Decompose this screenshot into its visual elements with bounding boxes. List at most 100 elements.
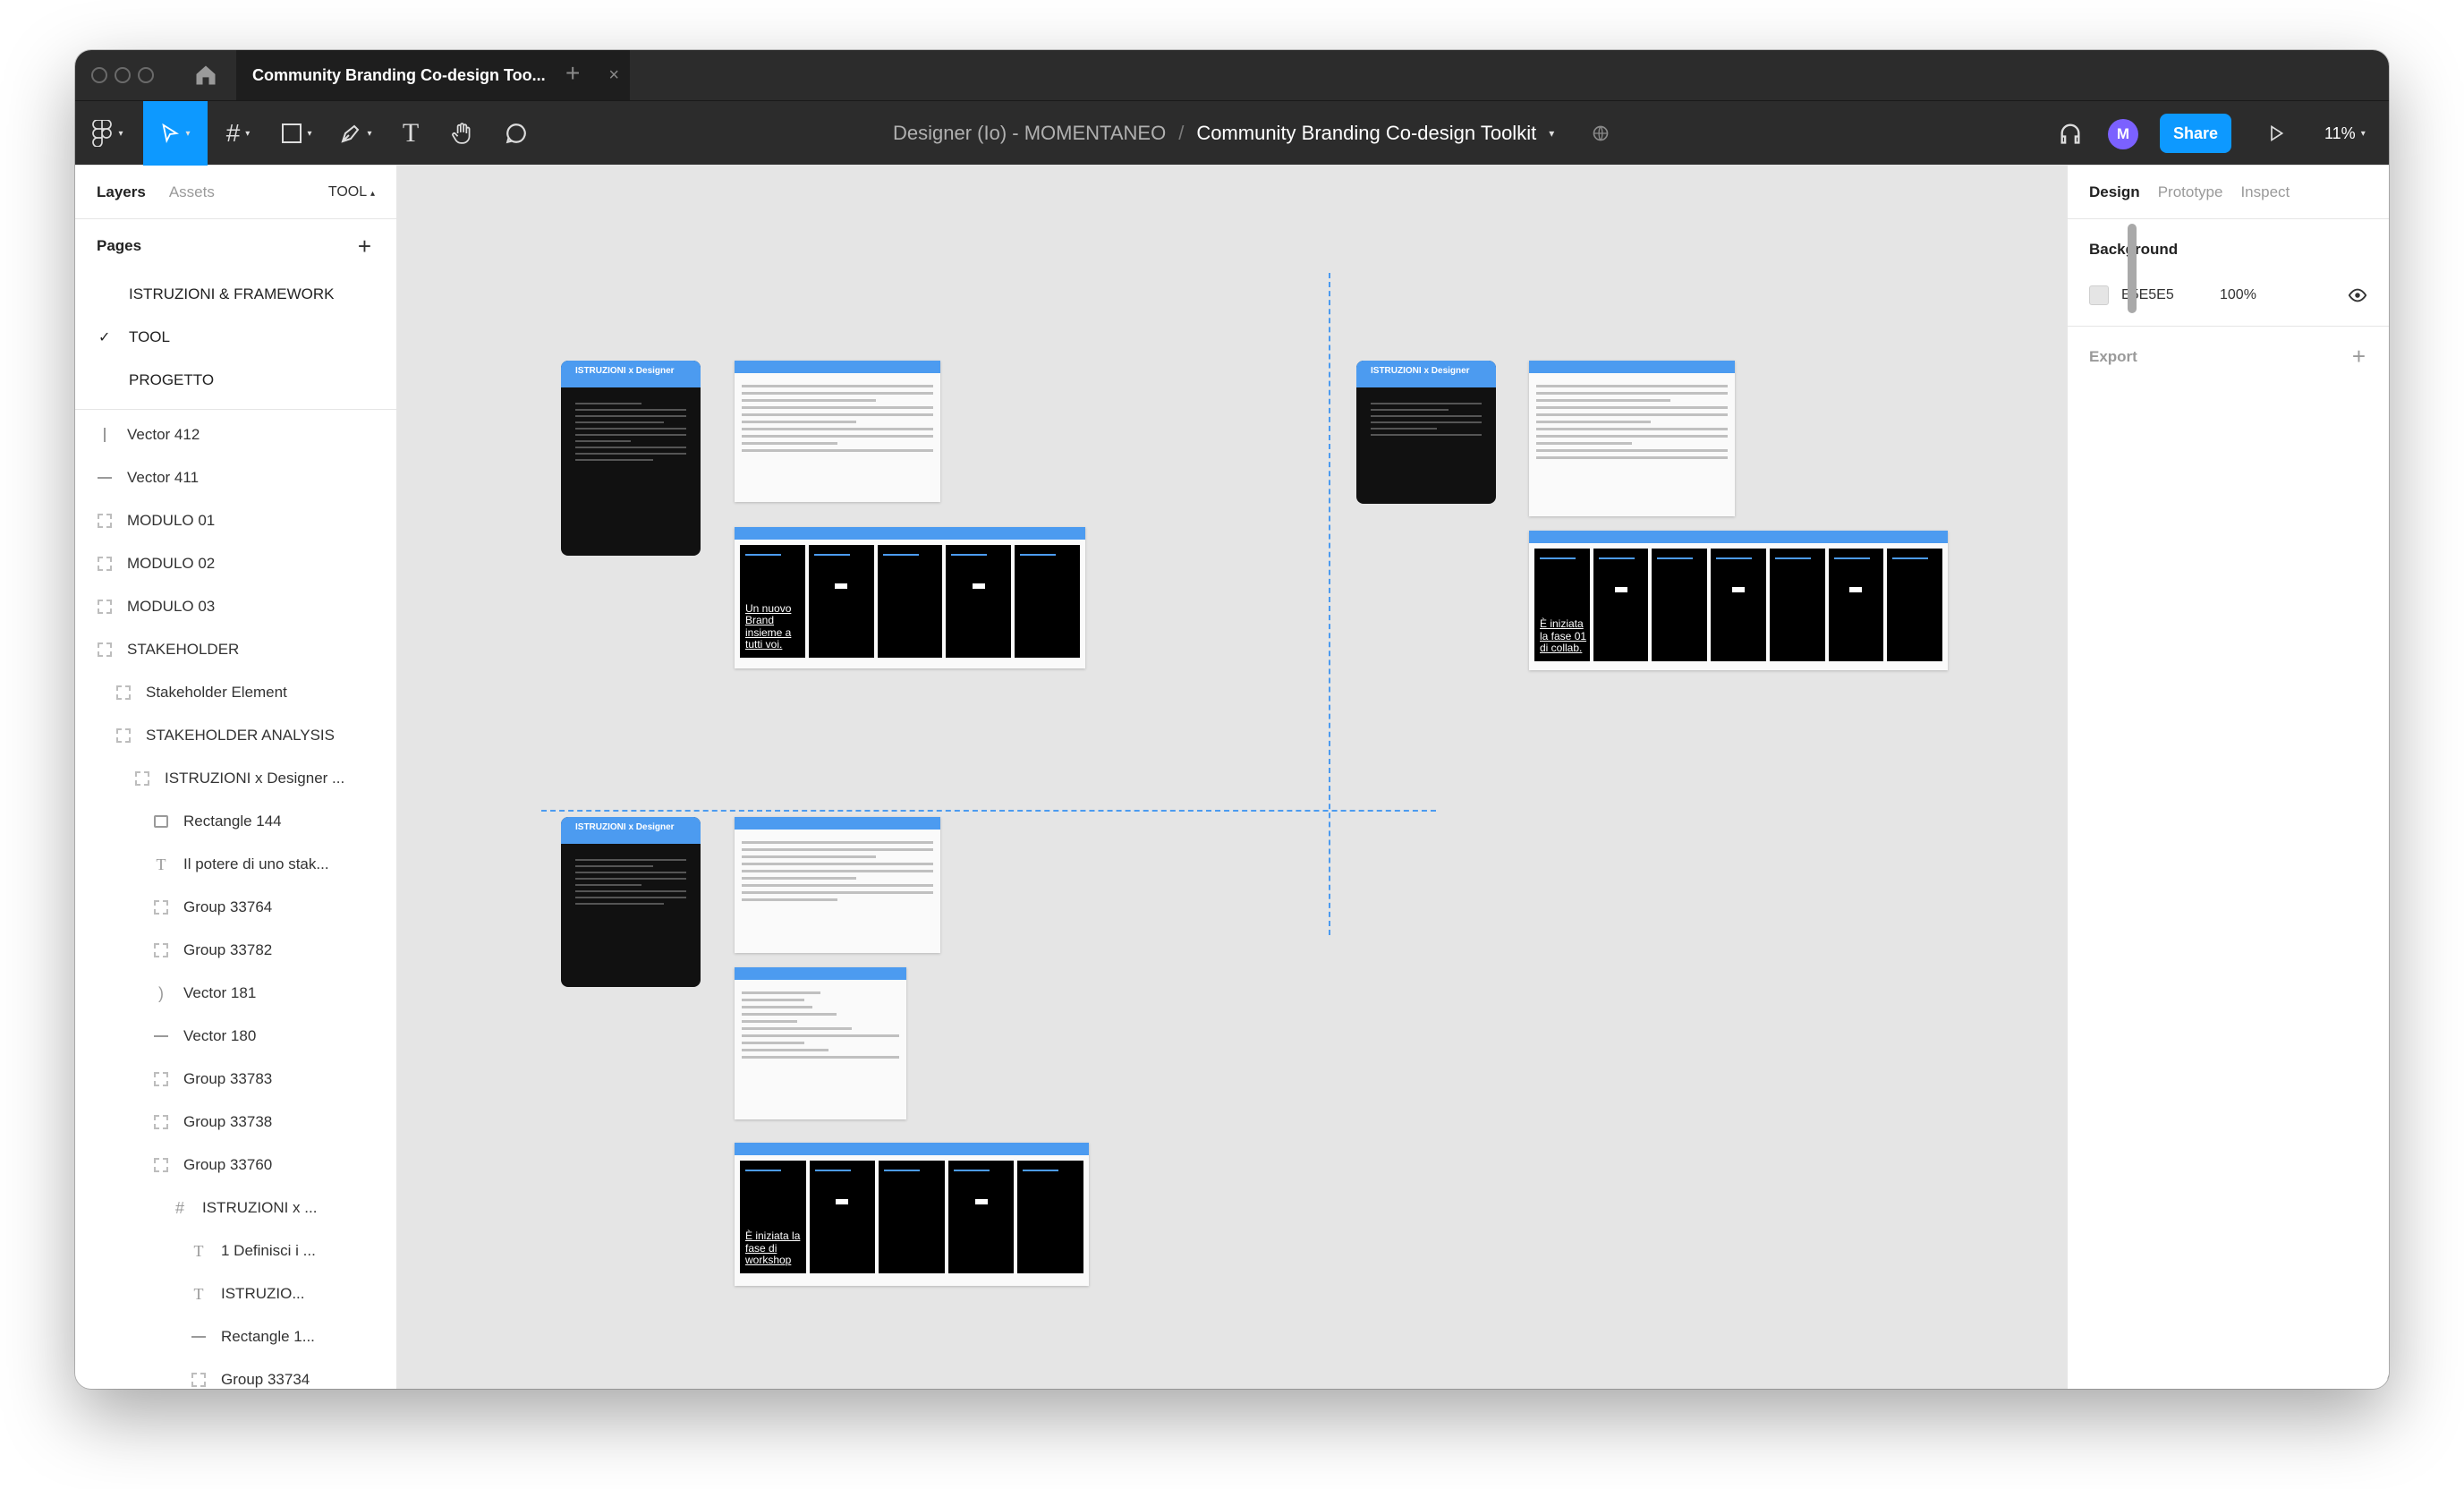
layer-item[interactable]: Rectangle 1... [75,1315,396,1358]
text-template-frame[interactable] [735,967,906,1119]
layer-item[interactable]: MODULO 02 [75,542,396,585]
layer-item[interactable]: STAKEHOLDER [75,628,396,671]
add-page-icon[interactable]: + [358,233,371,260]
chevron-up-icon: ▴ [370,188,375,199]
story-accent-line [882,554,919,556]
layer-item[interactable]: Vector 411 [75,456,396,499]
share-button[interactable]: Share [2160,114,2231,153]
tab-close-icon[interactable]: × [608,65,619,86]
breadcrumb-team[interactable]: Designer (Io) - MOMENTANEO [893,122,1166,145]
layer-item[interactable]: Group 33738 [75,1101,396,1144]
tab-layers[interactable]: Layers [97,183,146,201]
layer-item[interactable]: MODULO 01 [75,499,396,542]
breadcrumb-file[interactable]: Community Branding Co-design Toolkit [1196,122,1536,145]
layer-item[interactable]: Group 33734 [75,1358,396,1389]
window-minimize-button[interactable] [115,67,131,83]
text-template-frame[interactable] [735,361,940,502]
layer-item[interactable]: MODULO 03 [75,585,396,628]
layer-item-label: Group 33764 [183,898,273,915]
layer-item[interactable]: T Il potere di uno stak... [75,843,396,886]
layer-item[interactable]: Group 33764 [75,886,396,929]
tab-prototype[interactable]: Prototype [2158,183,2223,201]
canvas[interactable]: ISTRUZIONI x Designer Un nuovo Brand ins… [398,166,2066,1389]
frame-icon [97,599,113,615]
instructions-card[interactable]: ISTRUZIONI x Designer [561,361,701,556]
layer-item[interactable]: ISTRUZIONI x Designer ... [75,757,396,800]
comment-tool-button[interactable] [494,101,539,166]
frame-text-lines [1529,373,1735,471]
main-menu-button[interactable]: ▾ [75,101,140,166]
layer-item[interactable]: ) Vector 181 [75,972,396,1015]
frame-tool-button[interactable]: # ▾ [211,101,265,166]
layer-item[interactable]: STAKEHOLDER ANALYSIS [75,714,396,757]
layer-item[interactable]: T 1 Definisci i ... [75,1229,396,1272]
layer-item-label: Il potere di uno stak... [183,855,329,872]
strip-header [735,527,1085,540]
layer-item[interactable]: Group 33760 [75,1144,396,1187]
layer-item[interactable]: T ISTRUZIO... [75,1272,396,1315]
layer-item[interactable]: Rectangle 144 [75,800,396,843]
headphones-icon[interactable] [2058,121,2083,146]
text-icon: T [402,118,420,148]
layer-item-label: Group 33782 [183,941,273,958]
globe-icon[interactable] [1592,124,1610,142]
page-item[interactable]: PROGETTO [75,359,396,402]
tab-design[interactable]: Design [2089,183,2140,201]
page-item[interactable]: ISTRUZIONI & FRAMEWORK [75,273,396,316]
text-icon: T [193,1241,204,1260]
layer-item[interactable]: Stakeholder Element [75,671,396,714]
story-accent-line [813,554,850,556]
text-template-frame[interactable] [735,817,940,953]
text-template-frame[interactable] [1529,361,1735,516]
layer-item[interactable]: Group 33783 [75,1058,396,1101]
layer-item[interactable]: # ISTRUZIONI x ... [75,1187,396,1229]
background-opacity-input[interactable]: 100% [2220,287,2256,303]
stories-template-strip[interactable]: È iniziata la fase 01 di collab. [1529,531,1948,670]
current-page-dropdown[interactable]: TOOL ▴ [328,184,375,200]
story-accent-line [1892,557,1929,559]
tab-inspect[interactable]: Inspect [2240,183,2290,201]
eye-icon[interactable] [2348,285,2367,305]
pen-tool-button[interactable]: ▾ [329,101,383,166]
zoom-dropdown[interactable]: 11% ▾ [2324,101,2366,166]
vertical-scrollbar[interactable] [2128,224,2137,313]
story-accent-line [1540,557,1576,559]
strip-header [735,1143,1089,1155]
frame-header [1529,361,1735,373]
avatar[interactable]: M [2108,119,2138,149]
stories-template-strip[interactable]: Un nuovo Brand insieme a tutti voi. [735,527,1085,668]
add-export-icon[interactable]: + [2352,343,2366,370]
window-zoom-button[interactable] [138,67,154,83]
layer-item-label: Rectangle 1... [221,1328,315,1345]
dashed-guide-vertical [1329,273,1330,935]
frame-icon [134,770,150,787]
layer-item[interactable]: Vector 180 [75,1015,396,1058]
hand-tool-button[interactable] [440,101,485,166]
story-headline: È iniziata la fase di workshop [745,1229,801,1266]
chevron-down-icon[interactable]: ▾ [1549,127,1554,140]
home-icon[interactable] [193,63,218,88]
layer-item[interactable]: Vector 412 [75,413,396,456]
frame-hash-icon: # [225,119,241,147]
move-tool-button[interactable]: ▾ [143,101,208,166]
rectangle-icon [153,813,169,830]
instructions-card[interactable]: ISTRUZIONI x Designer [1356,361,1496,504]
tab-assets[interactable]: Assets [169,183,215,201]
text-tool-button[interactable]: T [388,101,433,166]
instructions-card[interactable]: ISTRUZIONI x Designer [561,817,701,987]
page-item[interactable]: ✓ TOOL [75,316,396,359]
shape-tool-button[interactable]: ▾ [270,101,324,166]
story-accent-line [1716,557,1753,559]
play-icon[interactable] [2267,124,2285,142]
background-swatch[interactable] [2089,285,2109,305]
chevron-down-icon: ▾ [118,128,123,139]
layer-item-label: Rectangle 144 [183,813,282,830]
dashed-guide-horizontal [541,810,1436,812]
layer-item-label: STAKEHOLDER ANALYSIS [146,727,335,744]
layer-item[interactable]: Group 33782 [75,929,396,972]
window-close-button[interactable] [91,67,107,83]
stories-template-strip[interactable]: È iniziata la fase di workshop [735,1143,1089,1286]
layer-item-label: Vector 180 [183,1027,257,1044]
story-panel [808,545,874,658]
new-tab-button[interactable]: + [565,59,580,88]
